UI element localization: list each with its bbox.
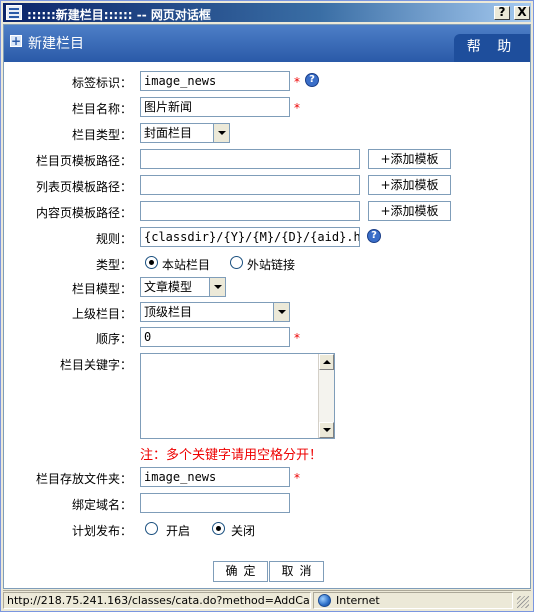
- resize-grip-icon[interactable]: [517, 596, 529, 608]
- domain-label: 绑定域名：: [71, 498, 132, 512]
- kind-local-radio[interactable]: [145, 256, 158, 269]
- status-bar: http://218.75.241.163/classes/cata.do?me…: [3, 590, 531, 610]
- ok-button[interactable]: 确定: [213, 561, 268, 582]
- index-template-input[interactable]: [140, 149, 360, 169]
- window-title: ::::::新建栏目:::::: -- 网页对话框: [27, 8, 211, 22]
- chevron-down-icon[interactable]: [273, 303, 289, 321]
- header-bar: + 新建栏目 帮 助: [4, 25, 530, 62]
- parent-select[interactable]: 顶级栏目: [140, 302, 290, 322]
- row-content-template: 内容页模板路径： +添加模板: [4, 201, 530, 223]
- type-select-value: 封面栏目: [144, 126, 193, 140]
- content-template-input[interactable]: [140, 201, 360, 221]
- row-list-template: 列表页模板路径： +添加模板: [4, 175, 530, 197]
- schedule-label: 计划发布：: [71, 524, 132, 538]
- row-model: 栏目模型： 文章模型: [4, 277, 530, 299]
- kind-external-label: 外站链接: [247, 258, 296, 272]
- row-domain: 绑定域名：: [4, 493, 530, 515]
- add-template-button[interactable]: +添加模板: [368, 149, 451, 169]
- domain-input[interactable]: [140, 493, 290, 513]
- required-mark: *: [294, 101, 300, 115]
- keywords-note: 注：多个关键字请用空格分开！: [140, 448, 323, 463]
- model-select[interactable]: 文章模型: [140, 277, 226, 297]
- row-order: 顺序： 0 *: [4, 327, 530, 349]
- status-url: http://218.75.241.163/classes/cata.do?me…: [3, 592, 311, 609]
- type-select[interactable]: 封面栏目: [140, 123, 230, 143]
- help-tab[interactable]: 帮 助: [454, 34, 530, 62]
- tag-input[interactable]: image_news: [140, 71, 290, 91]
- row-kind: 类型： 本站栏目 外站链接: [4, 253, 530, 275]
- row-folder: 栏目存放文件夹： image_news *: [4, 467, 530, 489]
- close-button[interactable]: X: [514, 6, 530, 20]
- add-template-button[interactable]: +添加模板: [368, 201, 451, 221]
- window-icon: [6, 5, 22, 20]
- order-label: 顺序：: [95, 332, 132, 346]
- parent-select-value: 顶级栏目: [144, 305, 193, 319]
- model-label: 栏目模型：: [71, 282, 132, 296]
- row-keywords: 栏目关键字：: [4, 353, 530, 441]
- scrollbar[interactable]: [318, 354, 334, 438]
- parent-label: 上级栏目：: [71, 307, 132, 321]
- row-note: 注：多个关键字请用空格分开！: [4, 444, 530, 466]
- scroll-up-icon[interactable]: [319, 354, 334, 370]
- required-mark: *: [294, 471, 300, 485]
- required-mark: *: [294, 75, 300, 89]
- security-zone: Internet: [313, 592, 513, 609]
- row-rule: 规则： {classdir}/{Y}/{M}/{D}/{aid}.ht ?: [4, 227, 530, 249]
- zone-label: Internet: [336, 594, 380, 607]
- order-input[interactable]: 0: [140, 327, 290, 347]
- cancel-button[interactable]: 取消: [269, 561, 324, 582]
- row-tag: 标签标识： image_news * ?: [4, 71, 530, 93]
- help-icon[interactable]: ?: [367, 229, 381, 243]
- kind-local-label: 本站栏目: [162, 258, 211, 272]
- schedule-on-radio[interactable]: [145, 522, 158, 535]
- rule-input[interactable]: {classdir}/{Y}/{M}/{D}/{aid}.ht: [140, 227, 360, 247]
- scroll-down-icon[interactable]: [319, 422, 334, 438]
- kind-external-radio[interactable]: [230, 256, 243, 269]
- type-label: 栏目类型：: [71, 128, 132, 142]
- globe-icon: [318, 594, 331, 607]
- plus-icon: +: [10, 34, 22, 48]
- tag-label: 标签标识：: [71, 76, 132, 90]
- row-actions: 确定 取消: [4, 561, 530, 583]
- schedule-on-label: 开启: [166, 524, 191, 538]
- keywords-textarea[interactable]: [140, 353, 335, 439]
- dialog-content: + 新建栏目 帮 助 标签标识： image_news * ? 栏目名称： 图片…: [3, 24, 531, 589]
- title-bar[interactable]: ::::::新建栏目:::::: -- 网页对话框 ? X: [3, 3, 531, 22]
- chevron-down-icon[interactable]: [213, 124, 229, 142]
- row-parent: 上级栏目： 顶级栏目: [4, 302, 530, 324]
- content-template-label: 内容页模板路径：: [35, 206, 132, 220]
- required-mark: *: [294, 331, 300, 345]
- schedule-off-radio[interactable]: [212, 522, 225, 535]
- folder-label: 栏目存放文件夹：: [35, 472, 132, 486]
- page-title: 新建栏目: [28, 36, 84, 52]
- index-template-label: 栏目页模板路径：: [35, 154, 132, 168]
- add-template-button[interactable]: +添加模板: [368, 175, 451, 195]
- row-schedule: 计划发布： 开启 关闭: [4, 519, 530, 541]
- name-input[interactable]: 图片新闻: [140, 97, 290, 117]
- kind-label: 类型：: [95, 258, 132, 272]
- row-type: 栏目类型： 封面栏目: [4, 123, 530, 145]
- row-name: 栏目名称： 图片新闻 *: [4, 97, 530, 119]
- model-select-value: 文章模型: [144, 280, 193, 294]
- schedule-off-label: 关闭: [231, 524, 256, 538]
- rule-label: 规则：: [95, 232, 132, 246]
- keywords-label: 栏目关键字：: [59, 358, 132, 372]
- help-button[interactable]: ?: [494, 6, 510, 20]
- name-label: 栏目名称：: [71, 102, 132, 116]
- row-index-template: 栏目页模板路径： +添加模板: [4, 149, 530, 171]
- dialog-window: ::::::新建栏目:::::: -- 网页对话框 ? X + 新建栏目 帮 助…: [0, 0, 534, 612]
- help-icon[interactable]: ?: [305, 73, 319, 87]
- chevron-down-icon[interactable]: [209, 278, 225, 296]
- list-template-label: 列表页模板路径：: [35, 180, 132, 194]
- folder-input[interactable]: image_news: [140, 467, 290, 487]
- list-template-input[interactable]: [140, 175, 360, 195]
